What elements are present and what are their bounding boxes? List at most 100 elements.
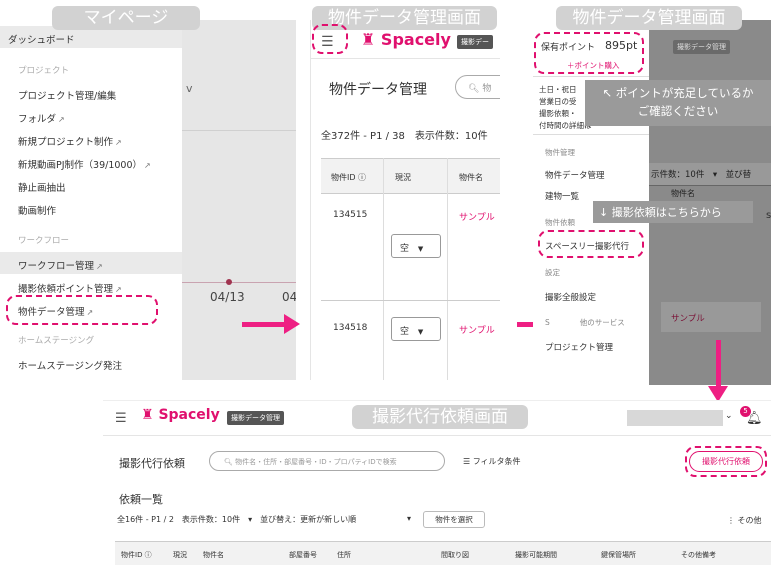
highlight-spacely-shoot [538, 230, 644, 258]
row-marker: s [766, 210, 771, 221]
sidebar-item-label: フォルダ [18, 114, 57, 125]
search-input[interactable]: 🔍︎ 物 [455, 75, 500, 99]
sidebar-item-label: ワークフロー管理 [18, 261, 95, 272]
product-badge: 撮影デー [457, 35, 493, 49]
row-id[interactable]: 134515 [333, 210, 367, 220]
business-hours-info: 土日・祝日 営業日の受 撮影依頼・ 付時間の詳細は [539, 84, 592, 132]
sidebar-item-label: 新規動画PJ制作（39/1000） [18, 160, 142, 171]
info-line: 土日・祝日 [539, 85, 577, 94]
sidebar-item-homestaging[interactable]: ホームステージング発注 [18, 358, 122, 372]
chart-date-label: 04 [282, 290, 296, 304]
search-placeholder: 物件名・住所・部屋番号・ID・プロパティIDで検索 [235, 458, 397, 466]
external-link-icon: ↗ [115, 138, 122, 147]
notice-points: ↖ ポイントが充足しているか ご確認ください [585, 80, 771, 126]
sidebar-item-new-video[interactable]: 新規動画PJ制作（39/1000） ↗ [18, 157, 151, 171]
sidebar-item-folder[interactable]: フォルダ ↗ [18, 111, 65, 125]
highlight-property-data [6, 295, 158, 325]
sidebar-item-shoot-settings[interactable]: 撮影全般設定 [545, 291, 596, 303]
column-header: 部屋番号 [289, 551, 317, 559]
column-header: 撮影可能期間 [515, 551, 557, 559]
filter-icon: ☰ [463, 457, 471, 466]
account-selector[interactable] [627, 410, 723, 426]
logo-text: Spacely [158, 407, 220, 423]
chevron-down-icon[interactable]: ▾ [407, 514, 411, 523]
divider [311, 58, 500, 59]
section-label-project: プロジェクト [18, 66, 70, 76]
result-summary: 全372件 - P1 / 38 表示件数：10件 [321, 131, 488, 142]
external-link-icon: ↗ [96, 262, 103, 271]
status-value: 空 [400, 327, 410, 337]
chart-date-label: 04/13 [210, 290, 245, 304]
grid-line [182, 130, 296, 131]
sidebar-item-new-project[interactable]: 新規プロジェクト制作 ↗ [18, 134, 122, 148]
sidebar-item-label: 撮影依頼ポイント管理 [18, 284, 114, 295]
search-icon: 🔍︎ [468, 84, 480, 94]
result-summary: 全16件 - P1 / 2 表示件数：10件 ▾ 並び替え：更新が新しい順 [117, 515, 357, 524]
notice-line: ↖ ポイントが充足しているか [602, 86, 754, 100]
page-title: 物件データ管理 [329, 82, 427, 98]
sidebar-item-still-extract[interactable]: 静止画抽出 [18, 180, 66, 194]
sidebar-item-workflow[interactable]: ワークフロー管理 ↗ [18, 258, 103, 272]
chart-point [226, 279, 232, 285]
column-header: 間取り図 [441, 551, 469, 559]
property-data-panel: ☰ ♜ Spacely 撮影デー 物件データ管理 🔍︎ 物 全372件 - P1… [310, 20, 500, 380]
label-request-screen: 撮影代行依頼画面 [352, 405, 528, 429]
column-header: 鍵保管場所 [601, 551, 636, 559]
column-header-name: 物件名 [671, 189, 695, 198]
external-link-icon: ↗ [58, 115, 65, 124]
status-select[interactable]: 空 ▼ [391, 317, 441, 341]
status-value: 空 [400, 244, 410, 254]
search-input[interactable]: 🔍︎ 物件名・住所・部屋番号・ID・プロパティIDで検索 [209, 451, 445, 471]
sidebar-item-project-manage[interactable]: プロジェクト管理 [545, 341, 613, 353]
highlight-hamburger [312, 24, 348, 54]
section-label-other-services: S 他のサービス [545, 318, 625, 327]
property-name-link[interactable]: サンプル [671, 312, 705, 324]
sidebar-item-property-data[interactable]: 物件データ管理 [545, 169, 605, 181]
property-data-menu-panel: 撮影データ管理 示件数：10件 ▾ 並び替 物件名 サンプル s 保有ポイント … [533, 20, 771, 385]
column-divider [383, 158, 384, 380]
column-header: その他備考 [681, 551, 716, 559]
external-link-icon: ↗ [115, 285, 122, 294]
flow-arrow-down [708, 340, 728, 402]
product-badge: 撮影データ管理 [227, 411, 284, 425]
logo-text: Spacely [380, 30, 451, 49]
chart-letter: v [186, 82, 193, 95]
chevron-down-icon[interactable]: ⌄ [725, 411, 733, 421]
section-label-settings: 設定 [545, 268, 560, 277]
list-title: 依頼一覧 [119, 493, 163, 506]
sidebar-item-video-make[interactable]: 動画制作 [18, 203, 56, 217]
flow-arrow-right [242, 314, 300, 334]
info-line: 撮影依頼・ [539, 109, 577, 118]
column-header-id: 物件ID ⓘ [331, 173, 367, 182]
more-menu[interactable]: ⋮ その他 [727, 515, 762, 526]
section-label-request: 物件依頼 [545, 218, 575, 227]
filter-button[interactable]: ☰ フィルタ条件 [463, 456, 521, 467]
chevron-down-icon: ▼ [417, 328, 424, 336]
property-name-link[interactable]: サンプル [459, 323, 495, 336]
section-label-workflow: ワークフロー [18, 236, 70, 246]
row-divider [321, 300, 500, 301]
label-mypage: マイページ [52, 6, 200, 30]
sidebar-item-project-manage[interactable]: プロジェクト管理/編集 [18, 88, 116, 102]
divider [533, 76, 649, 77]
external-link-icon: ↗ [144, 161, 151, 170]
section-label-property: 物件管理 [545, 148, 575, 157]
row-id[interactable]: 134518 [333, 323, 367, 333]
column-header: 住所 [337, 551, 351, 559]
column-header: 物件ID ⓘ [121, 551, 152, 559]
sidebar-item-dashboard[interactable]: ダッシュボード [8, 32, 75, 46]
page-title: 撮影代行依頼 [119, 457, 185, 470]
property-name-link[interactable]: サンプル [459, 210, 495, 223]
sidebar-item-building-list[interactable]: 建物一覧 [545, 190, 579, 202]
divider [103, 435, 771, 436]
select-property-button[interactable]: 物件を選択 [423, 511, 485, 528]
divider [533, 134, 649, 135]
chart-line [182, 282, 296, 283]
status-select[interactable]: 空 ▼ [391, 234, 441, 258]
notification-badge: 5 [740, 406, 751, 417]
column-header-status: 現況 [395, 173, 411, 182]
highlight-request-button [685, 446, 767, 477]
hamburger-menu-icon[interactable]: ☰ [115, 411, 127, 426]
label-property-screen-2: 物件データ管理画面 [556, 6, 742, 30]
sidebar-item-shoot-points[interactable]: 撮影依頼ポイント管理 ↗ [18, 281, 122, 295]
